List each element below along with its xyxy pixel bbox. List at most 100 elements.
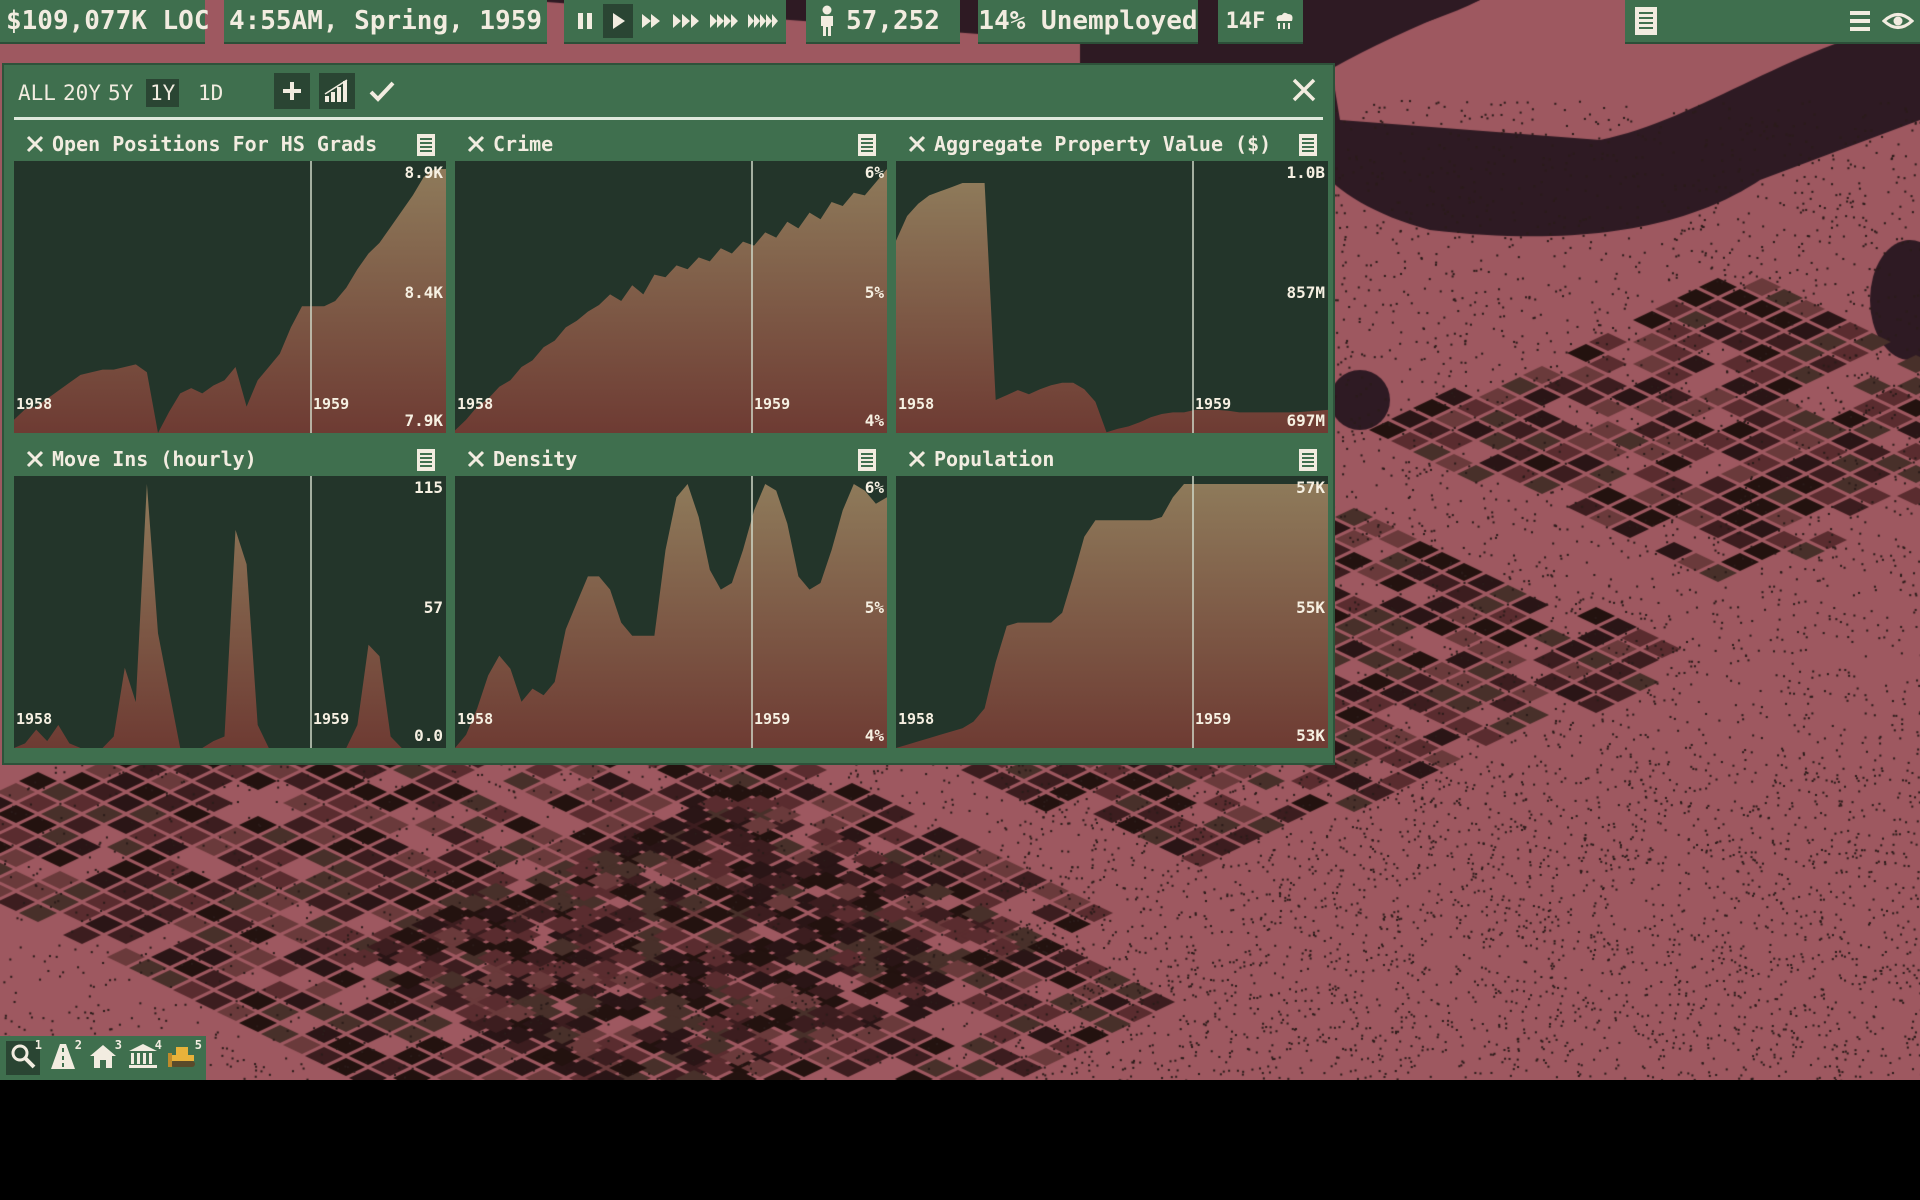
y-axis-label: 8.9K: [404, 163, 443, 182]
speed-5-button[interactable]: [746, 4, 780, 38]
remove-chart-button[interactable]: [902, 129, 932, 159]
y-axis-label: 8.4K: [404, 283, 443, 302]
chart-plot: [896, 161, 1328, 433]
chart-header: Crime: [455, 127, 887, 161]
chart-details-button[interactable]: [1298, 133, 1320, 157]
road-tool-button[interactable]: 2: [46, 1038, 82, 1075]
chart-details-button[interactable]: [416, 448, 438, 472]
x-tick-label: 1959: [754, 395, 791, 413]
chart-header: Population: [896, 442, 1328, 476]
building-tool-button[interactable]: 4: [126, 1038, 162, 1075]
chart-header: Open Positions For HS Grads: [14, 127, 446, 161]
x-tick-label: 1959: [754, 710, 791, 728]
zone-tool-button[interactable]: 3: [86, 1038, 122, 1075]
chart-title: Move Ins (hourly): [52, 447, 257, 471]
city-viewport[interactable]: $109,077K LOC 4:55AM, Spring, 1959 57,25…: [0, 0, 1920, 1080]
add-chart-button[interactable]: [274, 73, 310, 109]
document-icon: [417, 134, 435, 156]
remove-chart-button[interactable]: [461, 444, 491, 474]
chart-plot: [14, 476, 446, 748]
y-axis-label: 115: [414, 478, 443, 497]
menu-icon: [1850, 11, 1870, 31]
pause-button[interactable]: [570, 4, 600, 38]
y-axis-label: 6%: [864, 163, 884, 182]
range-all-button[interactable]: ALL: [14, 79, 60, 107]
range-5y-button[interactable]: 5Y: [104, 79, 137, 107]
document-icon: [1299, 449, 1317, 471]
remove-chart-button[interactable]: [20, 444, 50, 474]
money-display: $109,077K LOC: [0, 0, 210, 44]
chart-details-button[interactable]: [857, 133, 879, 157]
right-toolbar: [1625, 0, 1920, 44]
y-axis-label: 57: [423, 598, 443, 617]
visibility-button[interactable]: [1882, 8, 1914, 36]
y-axis-label: 857M: [1286, 283, 1325, 302]
person-icon: [821, 5, 833, 36]
population-display[interactable]: 57,252: [806, 0, 960, 44]
remove-chart-button[interactable]: [20, 129, 50, 159]
fast-forward-3-icon: [672, 14, 699, 28]
close-panel-button[interactable]: [1289, 75, 1321, 107]
chart-title: Aggregate Property Value ($): [934, 132, 1272, 156]
chart-details-button[interactable]: [857, 448, 879, 472]
range-20y-button[interactable]: 20Y: [59, 79, 105, 107]
chart-title: Open Positions For HS Grads: [52, 132, 378, 156]
range-1d-button[interactable]: 1D: [194, 79, 227, 107]
x-tick-label: 1958: [457, 710, 494, 728]
chart-details-button[interactable]: [416, 133, 438, 157]
eye-icon: [1882, 13, 1914, 29]
speed-2-button[interactable]: [637, 4, 667, 38]
chart-details-button[interactable]: [1298, 448, 1320, 472]
temperature-value: 14F: [1225, 8, 1266, 34]
chart-plot: [455, 161, 887, 433]
pause-icon: [577, 13, 592, 29]
play-button[interactable]: [603, 4, 634, 38]
chart-card: Crime 1958 1959 6% 5% 4%: [455, 127, 887, 433]
y-axis-label: 57K: [1296, 478, 1325, 497]
y-axis-label: 53K: [1296, 726, 1325, 745]
y-axis-label: 0.0: [414, 726, 443, 745]
document-icon: [858, 449, 876, 471]
report-button[interactable]: [1633, 6, 1661, 38]
magnifier-icon: [10, 1043, 36, 1073]
bulldozer-tool-button[interactable]: 5: [166, 1038, 202, 1075]
date-time-value: 4:55AM, Spring, 1959: [228, 6, 543, 36]
chart-plot: [896, 476, 1328, 748]
weather-display[interactable]: 14F: [1218, 0, 1303, 44]
chart-plot: [14, 161, 446, 433]
range-1y-button[interactable]: 1Y: [146, 79, 180, 107]
hotkey-number: 2: [74, 1038, 82, 1052]
play-icon: [613, 13, 626, 29]
chart-title: Crime: [493, 132, 554, 156]
chart-card: Open Positions For HS Grads 1958 1959 8.9K 8…: [14, 127, 446, 433]
speed-3-button[interactable]: [671, 4, 705, 38]
chart-title: Density: [493, 447, 578, 471]
x-tick-label: 1958: [898, 395, 935, 413]
house-icon: [89, 1043, 117, 1073]
y-axis-label: 6%: [864, 478, 884, 497]
unemployment-display[interactable]: 14% Unemployed: [978, 0, 1198, 44]
y-axis-label: 5%: [864, 283, 884, 302]
close-icon: [908, 135, 926, 153]
menu-button[interactable]: [1848, 8, 1874, 36]
y-axis-label: 5%: [864, 598, 884, 617]
remove-chart-button[interactable]: [461, 129, 491, 159]
document-icon: [417, 449, 435, 471]
remove-chart-button[interactable]: [902, 444, 932, 474]
chart-card: Aggregate Property Value ($) 1958 1959 1.0B…: [896, 127, 1328, 433]
chart-card: Move Ins (hourly) 1958 1959 115 57 0.0: [14, 442, 446, 748]
close-icon: [467, 450, 485, 468]
x-tick-label: 1958: [898, 710, 935, 728]
speed-4-button[interactable]: [708, 4, 742, 38]
chart-header: Density: [455, 442, 887, 476]
panel-divider: [14, 117, 1323, 120]
check-icon: [369, 81, 395, 102]
chart-title: Population: [934, 447, 1055, 471]
x-tick-label: 1958: [16, 710, 53, 728]
chart-style-button[interactable]: [319, 73, 355, 109]
tool-palette: 1 2 3 4 5: [0, 1036, 206, 1080]
document-icon: [858, 134, 876, 156]
query-tool-button[interactable]: 1: [6, 1038, 42, 1075]
confirm-button[interactable]: [364, 73, 400, 109]
date-time-display: 4:55AM, Spring, 1959: [224, 0, 547, 44]
